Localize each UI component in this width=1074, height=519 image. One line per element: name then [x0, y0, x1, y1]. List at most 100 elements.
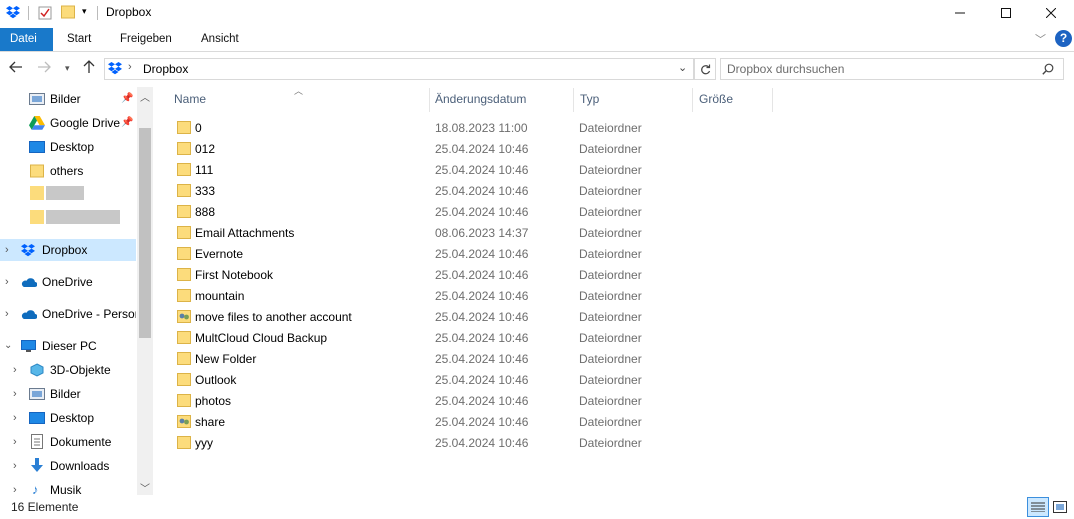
up-button[interactable]	[83, 60, 95, 77]
sidebar-item-others[interactable]: others	[0, 160, 136, 182]
large-icons-view-button[interactable]	[1051, 498, 1069, 516]
column-divider[interactable]	[772, 88, 773, 112]
folder-icon[interactable]	[30, 186, 44, 200]
sidebar-item-google-drive[interactable]: Google Drive 📌	[0, 112, 136, 134]
tab-ansicht[interactable]: Ansicht	[191, 28, 249, 51]
column-header-size[interactable]: Größe	[699, 92, 733, 108]
file-row[interactable]: Email Attachments 08.06.2023 14:37 Dateior…	[170, 223, 770, 244]
minimize-button[interactable]	[937, 0, 983, 26]
chevron-right-icon[interactable]: ›	[13, 407, 17, 429]
file-row[interactable]: 0 18.08.2023 11:00 Dateiordner	[170, 118, 770, 139]
file-name[interactable]: 111	[195, 163, 213, 177]
file-row[interactable]: mountain 25.04.2024 10:46 Dateiordner	[170, 286, 770, 307]
forward-button[interactable]	[37, 60, 51, 76]
search-icon[interactable]	[1042, 63, 1054, 75]
sidebar-item-downloads[interactable]: › Downloads	[0, 455, 136, 477]
file-name[interactable]: 888	[195, 205, 215, 219]
file-row[interactable]: 333 25.04.2024 10:46 Dateiordner	[170, 181, 770, 202]
sidebar-item-dieser-pc[interactable]: ⌄ Dieser PC	[0, 335, 136, 357]
file-name[interactable]: New Folder	[195, 352, 256, 366]
chevron-right-icon[interactable]: ›	[13, 431, 17, 453]
chevron-right-icon[interactable]: ›	[5, 271, 9, 293]
file-name[interactable]: First Notebook	[195, 268, 273, 282]
sidebar-item-dokumente[interactable]: › Dokumente	[0, 431, 136, 453]
details-view-button[interactable]	[1027, 497, 1049, 517]
refresh-button[interactable]	[694, 58, 716, 80]
file-row[interactable]: Evernote 25.04.2024 10:46 Dateiordner	[170, 244, 770, 265]
scroll-up-icon[interactable]: ︿	[140, 89, 150, 104]
file-name[interactable]: 333	[195, 184, 215, 198]
tab-datei[interactable]: Datei	[0, 28, 53, 51]
close-button[interactable]	[1028, 0, 1074, 26]
sidebar-item-desktop-pc[interactable]: › Desktop	[0, 407, 136, 429]
chevron-down-icon[interactable]: ⌄	[678, 61, 687, 74]
file-name[interactable]: photos	[195, 394, 231, 408]
file-name[interactable]: MultCloud Cloud Backup	[195, 331, 327, 345]
breadcrumb[interactable]: Dropbox	[143, 62, 188, 76]
file-row[interactable]: share 25.04.2024 10:46 Dateiordner	[170, 412, 770, 433]
chevron-right-icon[interactable]: ›	[5, 239, 9, 261]
file-name[interactable]: yyy	[195, 436, 213, 450]
column-divider[interactable]	[573, 88, 574, 112]
file-type: Dateiordner	[579, 247, 642, 261]
file-row[interactable]: 111 25.04.2024 10:46 Dateiordner	[170, 160, 770, 181]
scroll-down-icon[interactable]: ﹀	[140, 480, 150, 495]
address-bar[interactable]	[104, 58, 694, 80]
sidebar-item-3d-objekte[interactable]: › 3D-Objekte	[0, 359, 136, 381]
chevron-right-icon[interactable]: ›	[13, 479, 17, 495]
chevron-right-icon[interactable]: ›	[13, 359, 17, 381]
file-name[interactable]: Outlook	[195, 373, 236, 387]
file-row[interactable]: Outlook 25.04.2024 10:46 Dateiordner	[170, 370, 770, 391]
file-row[interactable]: New Folder 25.04.2024 10:46 Dateiordner	[170, 349, 770, 370]
sidebar-item-bilder-pc[interactable]: › Bilder	[0, 383, 136, 405]
sidebar-item-label: Dropbox	[42, 243, 88, 257]
sidebar-item-bilder[interactable]: Bilder 📌	[0, 88, 136, 110]
recent-locations-dropdown-icon[interactable]: ▾	[65, 63, 70, 74]
ribbon-expand-icon[interactable]: ﹀	[1035, 31, 1046, 47]
dropbox-icon[interactable]	[6, 6, 20, 19]
file-row[interactable]: 012 25.04.2024 10:46 Dateiordner	[170, 139, 770, 160]
column-header-date[interactable]: Änderungsdatum	[435, 92, 526, 108]
file-name[interactable]: move files to another account	[195, 310, 352, 324]
sidebar-item-onedrive[interactable]: › OneDrive	[0, 271, 136, 293]
file-row[interactable]: First Notebook 25.04.2024 10:46 Dateiordne…	[170, 265, 770, 286]
file-row[interactable]: yyy 25.04.2024 10:46 Dateiordner	[170, 433, 770, 454]
file-row[interactable]: MultCloud Cloud Backup 25.04.2024 10:46 Da…	[170, 328, 770, 349]
file-name[interactable]: Evernote	[195, 247, 243, 261]
new-folder-icon[interactable]	[61, 5, 75, 19]
sidebar-item-label: Dieser PC	[42, 339, 97, 353]
file-name[interactable]: 0	[195, 121, 202, 135]
file-row[interactable]: photos 25.04.2024 10:46 Dateiordner	[170, 391, 770, 412]
pin-icon[interactable]: 📌	[121, 112, 133, 134]
scrollbar-thumb[interactable]	[139, 128, 151, 338]
column-divider[interactable]	[692, 88, 693, 112]
properties-icon[interactable]	[38, 5, 52, 20]
file-name[interactable]: Email Attachments	[195, 226, 294, 240]
file-row[interactable]: move files to another account 25.04.2024 …	[170, 307, 770, 328]
quick-access-dropdown-icon[interactable]: ▾	[82, 6, 87, 17]
sidebar-item-onedrive-personal[interactable]: › OneDrive - Persor	[0, 303, 136, 325]
file-name[interactable]: mountain	[195, 289, 244, 303]
pin-icon[interactable]: 📌	[121, 88, 133, 110]
column-header-name[interactable]: Name	[174, 92, 206, 108]
chevron-right-icon[interactable]: ›	[13, 455, 17, 477]
file-name[interactable]: share	[195, 415, 225, 429]
back-button[interactable]	[9, 60, 23, 76]
column-divider[interactable]	[429, 88, 430, 112]
maximize-button[interactable]	[983, 0, 1029, 26]
sidebar-item-desktop[interactable]: Desktop	[0, 136, 136, 158]
chevron-right-icon[interactable]: ›	[13, 383, 17, 405]
folder-icon[interactable]	[30, 210, 44, 224]
file-row[interactable]: 888 25.04.2024 10:46 Dateiordner	[170, 202, 770, 223]
column-header-type[interactable]: Typ	[580, 92, 599, 108]
sidebar-item-dropbox[interactable]: › Dropbox	[0, 239, 136, 261]
chevron-right-icon[interactable]: ›	[5, 303, 9, 325]
tab-start[interactable]: Start	[57, 28, 101, 51]
sidebar-item-musik[interactable]: › ♪ Musik	[0, 479, 136, 495]
breadcrumb-separator-icon[interactable]: ›	[128, 61, 132, 73]
tab-freigeben[interactable]: Freigeben	[110, 28, 182, 51]
help-button[interactable]: ?	[1055, 30, 1072, 47]
search-input[interactable]: Dropbox durchsuchen	[727, 62, 844, 76]
chevron-down-icon[interactable]: ⌄	[4, 335, 12, 357]
file-name[interactable]: 012	[195, 142, 215, 156]
